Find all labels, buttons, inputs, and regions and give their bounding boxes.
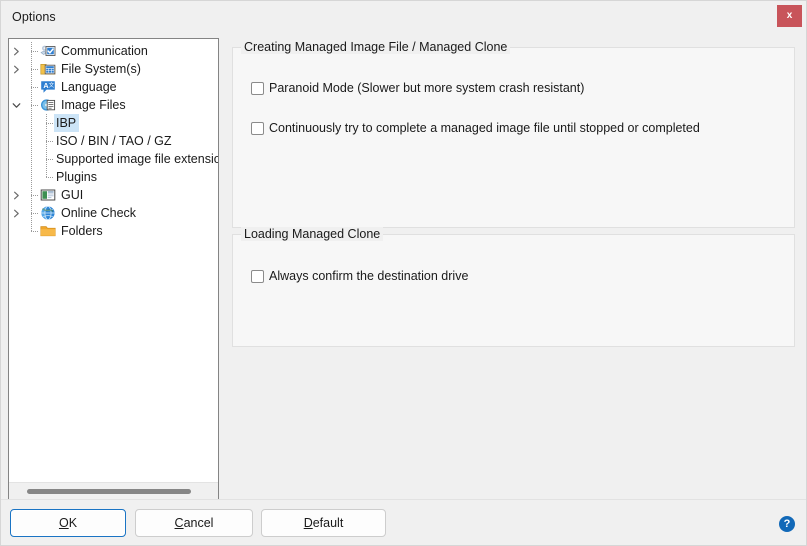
tree-item-iso-bin-tao-gz[interactable]: ISO / BIN / TAO / GZ: [9, 132, 218, 150]
tree-guide-line: [24, 96, 39, 114]
checkbox-paranoid-mode-label: Paranoid Mode (Slower but more system cr…: [269, 81, 585, 95]
tree-item-ibp[interactable]: IBP: [9, 114, 218, 132]
settings-tree-panel: Communication File System(s) A 文 Language Ima…: [8, 38, 219, 500]
tree-item-plugins[interactable]: Plugins: [9, 168, 218, 186]
tree-item-label: Plugins: [56, 170, 97, 184]
tree-guide-line: [24, 132, 39, 150]
title-bar: Options x: [1, 1, 806, 32]
tree-guide-line: [39, 168, 54, 186]
tree-guide-line: [24, 114, 39, 132]
chevron-right-icon[interactable]: [9, 204, 24, 222]
close-icon: x: [786, 10, 793, 21]
tree-item-label: Supported image file extension: [56, 152, 218, 166]
close-button[interactable]: x: [777, 5, 802, 27]
options-dialog: Options x Communication File System(s) A 文 L…: [0, 0, 807, 546]
tree-item-label: Image Files: [61, 98, 126, 112]
options-pane: Creating Managed Image File / Managed Cl…: [225, 38, 800, 493]
file-system-folder-icon: [39, 61, 57, 77]
tree-guide-line: [24, 204, 39, 222]
dialog-footer: OK Cancel Default ?: [1, 499, 806, 545]
cancel-button-label: Cancel: [174, 516, 214, 530]
gui-window-icon: [39, 187, 57, 203]
tree-guide-line: [24, 42, 39, 60]
tree-guide-line: [39, 132, 54, 150]
group-creating-title: Creating Managed Image File / Managed Cl…: [241, 40, 511, 54]
checkbox-box-icon[interactable]: [251, 82, 264, 95]
tree-item-online-check[interactable]: Online Check: [9, 204, 218, 222]
tree-item-label: Online Check: [61, 206, 137, 220]
tree-item-label: GUI: [61, 188, 84, 202]
tree-item-gui[interactable]: GUI: [9, 186, 218, 204]
tree-item-label: Folders: [61, 224, 103, 238]
chevron-right-icon[interactable]: [9, 42, 24, 60]
group-loading-title: Loading Managed Clone: [241, 227, 384, 241]
tree-item-label: Communication: [61, 44, 148, 58]
window-title: Options: [12, 9, 56, 24]
dialog-body: Communication File System(s) A 文 Language Ima…: [1, 32, 806, 500]
help-button[interactable]: ?: [779, 516, 795, 532]
communication-gear-icon: [39, 43, 57, 59]
checkbox-always-confirm-destination[interactable]: Always confirm the destination drive: [251, 269, 468, 284]
chevron-down-icon[interactable]: [9, 96, 24, 114]
tree-guide-line: [39, 150, 54, 168]
tree-item-label: File System(s): [61, 62, 141, 76]
group-loading-managed-clone: Loading Managed Clone Always confirm the…: [232, 227, 795, 347]
tree-guide-line: [24, 78, 39, 96]
ok-button[interactable]: OK: [10, 509, 126, 537]
tree-guide-line: [24, 168, 39, 186]
checkbox-always-confirm-destination-label: Always confirm the destination drive: [269, 269, 469, 283]
settings-tree: Communication File System(s) A 文 Language Ima…: [9, 39, 218, 481]
tree-horizontal-scrollbar[interactable]: [9, 482, 218, 499]
tree-item-label: ISO / BIN / TAO / GZ: [56, 134, 172, 148]
tree-guide-line: [24, 186, 39, 204]
tree-guide-line: [24, 222, 39, 240]
tree-item-label: IBP: [54, 114, 80, 132]
checkbox-box-icon[interactable]: [251, 270, 264, 283]
group-creating-managed-image: Creating Managed Image File / Managed Cl…: [232, 40, 795, 228]
cancel-button[interactable]: Cancel: [135, 509, 253, 537]
tree-item-supported-image-file-extension[interactable]: Supported image file extension: [9, 150, 218, 168]
checkbox-continuously-complete[interactable]: Continuously try to complete a managed i…: [251, 121, 700, 136]
tree-item-language[interactable]: A 文 Language: [9, 78, 218, 96]
tree-guide-line: [24, 60, 39, 78]
tree-item-file-system-s[interactable]: File System(s): [9, 60, 218, 78]
checkbox-box-icon[interactable]: [251, 122, 264, 135]
tree-item-folders[interactable]: Folders: [9, 222, 218, 240]
ok-button-label: OK: [58, 516, 78, 530]
image-files-disc-icon: [39, 97, 57, 113]
globe-icon: [39, 205, 57, 221]
tree-guide-line: [24, 150, 39, 168]
chevron-right-icon[interactable]: [9, 60, 24, 78]
checkbox-paranoid-mode[interactable]: Paranoid Mode (Slower but more system cr…: [251, 81, 584, 96]
default-button-label: Default: [303, 516, 344, 530]
default-button[interactable]: Default: [261, 509, 386, 537]
checkbox-continuously-complete-label: Continuously try to complete a managed i…: [269, 121, 700, 135]
help-icon: ?: [783, 517, 791, 530]
folder-icon: [39, 223, 57, 239]
tree-scrollbar-thumb[interactable]: [27, 489, 191, 494]
tree-item-label: Language: [61, 80, 117, 94]
svg-text:文: 文: [49, 81, 55, 89]
tree-item-communication[interactable]: Communication: [9, 42, 218, 60]
chevron-right-icon[interactable]: [9, 186, 24, 204]
tree-item-image-files[interactable]: Image Files: [9, 96, 218, 114]
language-icon: A文: [39, 79, 57, 95]
tree-guide-line: [39, 114, 54, 132]
